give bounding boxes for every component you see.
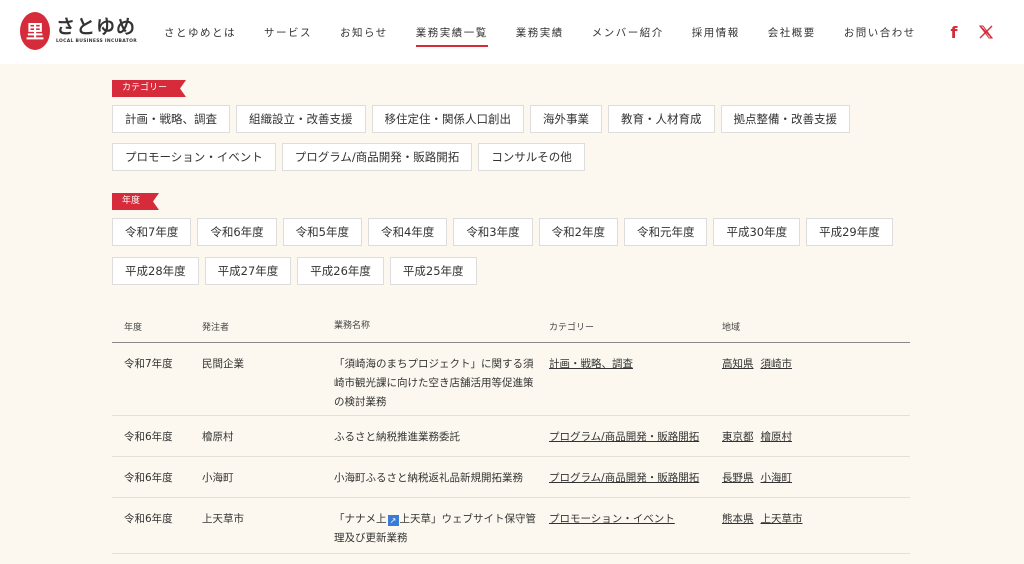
social-links: f	[944, 22, 996, 42]
year-chip-h25[interactable]: 平成25年度	[389, 257, 477, 285]
category-chip-product-dev[interactable]: プログラム/商品開発・販路開拓	[281, 143, 473, 171]
nav-item-about[interactable]: さとゆめとは	[150, 0, 250, 64]
year-chip-h26[interactable]: 平成26年度	[297, 257, 384, 285]
city-link[interactable]: 檜原村	[761, 431, 793, 443]
category-link[interactable]: プログラム/商品開発・販路開拓	[549, 431, 699, 443]
prefecture-link[interactable]: 長野県	[722, 472, 754, 484]
table-row: 令和7年度 民間企業 「須崎海のまちプロジェクト」に関する須崎市観光課に向けた空…	[112, 343, 910, 416]
prefecture-link[interactable]: 東京都	[722, 431, 754, 443]
year-chip-h28[interactable]: 平成28年度	[112, 257, 199, 285]
cell-year: 令和6年度	[124, 513, 173, 525]
cell-client: 上天草市	[202, 513, 244, 525]
main-nav: さとゆめとは サービス お知らせ 業務実績一覧 業務実績 メンバー紹介 採用情報…	[150, 0, 930, 64]
category-chip-consulting[interactable]: コンサルその他	[478, 143, 585, 171]
cell-name: 小海町ふるさと納税返礼品新規開拓業務	[334, 472, 523, 484]
nav-item-works-list[interactable]: 業務実績一覧	[402, 0, 502, 64]
year-chip-r1[interactable]: 令和元年度	[623, 218, 708, 246]
category-chip-overseas[interactable]: 海外事業	[530, 105, 602, 133]
year-chip-r7[interactable]: 令和7年度	[112, 218, 192, 246]
header-region: 地域	[722, 322, 741, 333]
year-chip-r4[interactable]: 令和4年度	[367, 218, 448, 246]
x-twitter-icon[interactable]	[976, 22, 996, 42]
logo-mark-icon: 里	[20, 12, 50, 50]
cell-name-part-1: 「ナナメ上	[334, 513, 387, 525]
site-header: 里 さとゆめ LOCAL BUSINESS INCUBATOR さとゆめとは サ…	[0, 0, 1024, 64]
nav-item-members[interactable]: メンバー紹介	[578, 0, 678, 64]
nav-item-works[interactable]: 業務実績	[502, 0, 578, 64]
year-chip-h29[interactable]: 平成29年度	[806, 218, 893, 246]
category-chips-row-2: プロモーション・イベント プログラム/商品開発・販路開拓 コンサルその他	[112, 143, 591, 171]
category-chip-promotion[interactable]: プロモーション・イベント	[112, 143, 276, 171]
site-logo[interactable]: 里 さとゆめ LOCAL BUSINESS INCUBATOR	[20, 12, 137, 50]
year-chips-row-2: 平成28年度 平成27年度 平成26年度 平成25年度	[112, 257, 483, 285]
header-category: カテゴリー	[549, 322, 595, 333]
city-link[interactable]: 須崎市	[761, 358, 793, 370]
nav-item-company[interactable]: 会社概要	[754, 0, 830, 64]
works-table: 年度 発注者 業務名称 カテゴリー 地域 令和7年度 民間企業 「須崎海のまちプ…	[112, 310, 910, 554]
year-label: 年度	[112, 193, 159, 210]
cell-year: 令和6年度	[124, 431, 173, 443]
table-header: 年度 発注者 業務名称 カテゴリー 地域	[112, 310, 910, 343]
table-row: 令和6年度 檜原村 ふるさと納税推進業務委託 プログラム/商品開発・販路開拓 東…	[112, 416, 910, 457]
cell-client: 檜原村	[202, 431, 234, 443]
year-chip-r6[interactable]: 令和6年度	[197, 218, 277, 246]
nav-item-news[interactable]: お知らせ	[326, 0, 402, 64]
cell-name: 「ナナメ上 ↗ 上天草」ウェブサイト保守管理及び更新業務	[334, 510, 549, 548]
logo-tagline: LOCAL BUSINESS INCUBATOR	[56, 38, 137, 44]
arrow-up-right-icon: ↗	[387, 515, 399, 526]
cell-year: 令和6年度	[124, 472, 173, 484]
year-chip-r2[interactable]: 令和2年度	[538, 218, 618, 246]
header-name: 業務名称	[334, 320, 371, 331]
year-chips-row-1: 令和7年度 令和6年度 令和5年度 令和4年度 令和3年度 令和2年度 令和元年…	[112, 218, 899, 246]
table-row: 令和6年度 小海町 小海町ふるさと納税返礼品新規開拓業務 プログラム/商品開発・…	[112, 457, 910, 498]
category-chip-education[interactable]: 教育・人材育成	[608, 105, 715, 133]
cell-client: 小海町	[202, 472, 234, 484]
year-chip-h27[interactable]: 平成27年度	[204, 257, 292, 285]
cell-year: 令和7年度	[124, 358, 173, 370]
category-link[interactable]: プロモーション・イベント	[549, 513, 675, 525]
year-chip-r5[interactable]: 令和5年度	[282, 218, 362, 246]
category-label: カテゴリー	[112, 80, 186, 97]
header-year: 年度	[124, 322, 143, 333]
prefecture-link[interactable]: 熊本県	[722, 513, 754, 525]
cell-name: ふるさと納税推進業務委託	[334, 431, 460, 443]
year-chip-r3[interactable]: 令和3年度	[453, 218, 533, 246]
logo-name: さとゆめ	[56, 15, 137, 38]
nav-item-recruit[interactable]: 採用情報	[678, 0, 754, 64]
table-row: 令和6年度 上天草市 「ナナメ上 ↗ 上天草」ウェブサイト保守管理及び更新業務 プロ…	[112, 498, 910, 554]
category-link[interactable]: 計画・戦略、調査	[549, 358, 633, 370]
city-link[interactable]: 小海町	[761, 472, 793, 484]
category-chips-row-1: 計画・戦略、調査 組織設立・改善支援 移住定住・関係人口創出 海外事業 教育・人…	[112, 105, 856, 133]
category-chip-organization[interactable]: 組織設立・改善支援	[236, 105, 366, 133]
city-link[interactable]: 上天草市	[761, 513, 803, 525]
category-chip-facility[interactable]: 拠点整備・改善支援	[720, 105, 850, 133]
category-chip-migration[interactable]: 移住定住・関係人口創出	[371, 105, 524, 133]
cell-name: 「須崎海のまちプロジェクト」に関する須崎市観光課に向けた空き店舗活用等促進策の検…	[334, 358, 534, 408]
cell-client: 民間企業	[202, 358, 244, 370]
category-link[interactable]: プログラム/商品開発・販路開拓	[549, 472, 699, 484]
facebook-icon[interactable]: f	[944, 22, 964, 42]
prefecture-link[interactable]: 高知県	[722, 358, 754, 370]
nav-item-contact[interactable]: お問い合わせ	[830, 0, 930, 64]
header-client: 発注者	[202, 322, 230, 333]
year-chip-h30[interactable]: 平成30年度	[713, 218, 801, 246]
category-chip-planning[interactable]: 計画・戦略、調査	[112, 105, 230, 133]
nav-item-service[interactable]: サービス	[250, 0, 326, 64]
